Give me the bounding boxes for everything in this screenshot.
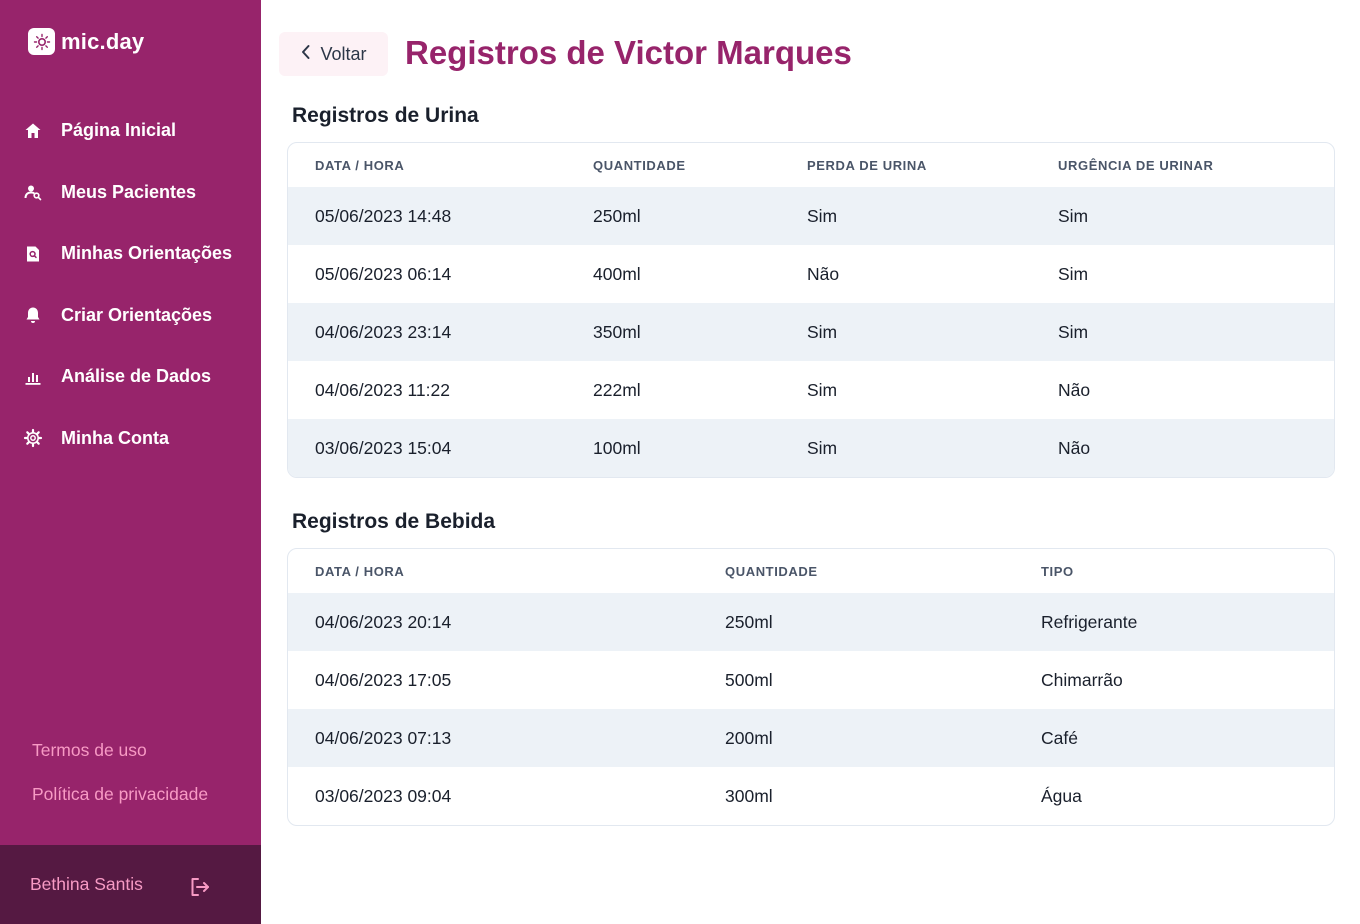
cell-urgency: Não — [1058, 379, 1091, 400]
cell-datetime: 04/06/2023 20:14 — [315, 611, 452, 632]
sidebar-item-data-analysis[interactable]: Análise de Dados — [0, 346, 261, 408]
column-header-type: TIPO — [1041, 563, 1074, 579]
cell-urine-loss: Sim — [807, 379, 838, 400]
table-row: 05/06/2023 06:14 400ml Não Sim — [288, 245, 1334, 303]
bell-icon — [23, 305, 43, 325]
table-row: 03/06/2023 09:04 300ml Água — [288, 767, 1334, 825]
cell-quantity: 222ml — [593, 379, 641, 400]
user-name: Bethina Santis — [30, 874, 143, 894]
cell-urine-loss: Sim — [807, 437, 838, 458]
document-search-icon — [23, 244, 43, 264]
cell-datetime: 03/06/2023 15:04 — [315, 437, 452, 458]
user-bar: Bethina Santis — [0, 845, 261, 924]
sidebar: mic.day Página Inicial Meus Pacientes Mi… — [0, 0, 261, 924]
column-header-urgency: URGÊNCIA DE URINAR — [1058, 157, 1214, 173]
sidebar-item-label: Minhas Orientações — [61, 243, 233, 264]
cell-quantity: 250ml — [593, 205, 641, 226]
cell-datetime: 05/06/2023 06:14 — [315, 263, 452, 284]
table-header-row: DATA / HORA QUANTIDADE PERDA DE URINA UR… — [288, 143, 1334, 187]
sidebar-item-create-guidelines[interactable]: Criar Orientações — [0, 285, 261, 347]
cell-type: Água — [1041, 785, 1082, 806]
cell-quantity: 200ml — [725, 727, 773, 748]
cell-datetime: 04/06/2023 17:05 — [315, 669, 452, 690]
table-row: 04/06/2023 23:14 350ml Sim Sim — [288, 303, 1334, 361]
terms-link[interactable]: Termos de uso — [32, 740, 208, 761]
cell-datetime: 04/06/2023 23:14 — [315, 321, 452, 342]
cell-type: Café — [1041, 727, 1078, 748]
cell-quantity: 100ml — [593, 437, 641, 458]
cell-quantity: 250ml — [725, 611, 773, 632]
cell-urgency: Não — [1058, 437, 1091, 458]
cell-urine-loss: Não — [807, 263, 840, 284]
sidebar-item-account[interactable]: Minha Conta — [0, 408, 261, 470]
column-header-datetime: DATA / HORA — [315, 563, 405, 579]
cell-quantity: 400ml — [593, 263, 641, 284]
sidebar-item-home[interactable]: Página Inicial — [0, 100, 261, 162]
cell-datetime: 03/06/2023 09:04 — [315, 785, 452, 806]
sidebar-item-label: Criar Orientações — [61, 304, 213, 325]
user-search-icon — [23, 182, 43, 202]
cell-quantity: 300ml — [725, 785, 773, 806]
cell-urgency: Sim — [1058, 263, 1089, 284]
bar-chart-icon — [23, 367, 43, 387]
sidebar-item-guidelines[interactable]: Minhas Orientações — [0, 223, 261, 285]
column-header-quantity: QUANTIDADE — [593, 157, 686, 173]
back-button-label: Voltar — [320, 43, 367, 64]
logout-icon[interactable] — [189, 876, 211, 898]
brand[interactable]: mic.day — [28, 28, 144, 55]
table-row: 04/06/2023 07:13 200ml Café — [288, 709, 1334, 767]
table-header-row: DATA / HORA QUANTIDADE TIPO — [288, 549, 1334, 593]
drink-table-card: DATA / HORA QUANTIDADE TIPO 04/06/2023 2… — [287, 548, 1335, 826]
sidebar-item-label: Análise de Dados — [61, 366, 212, 387]
drink-section-title: Registros de Bebida — [292, 510, 496, 533]
cell-urine-loss: Sim — [807, 321, 838, 342]
chevron-left-icon — [300, 44, 312, 65]
cell-datetime: 05/06/2023 14:48 — [315, 205, 452, 226]
sidebar-nav: Página Inicial Meus Pacientes Minhas Ori… — [0, 100, 261, 469]
table-row: 04/06/2023 17:05 500ml Chimarrão — [288, 651, 1334, 709]
sidebar-item-patients[interactable]: Meus Pacientes — [0, 162, 261, 224]
home-icon — [23, 121, 43, 141]
sidebar-item-label: Página Inicial — [61, 120, 177, 141]
urine-table: DATA / HORA QUANTIDADE PERDA DE URINA UR… — [288, 143, 1334, 477]
cell-urine-loss: Sim — [807, 205, 838, 226]
cell-datetime: 04/06/2023 07:13 — [315, 727, 452, 748]
back-button[interactable]: Voltar — [279, 32, 388, 76]
cell-type: Refrigerante — [1041, 611, 1138, 632]
table-row: 04/06/2023 11:22 222ml Sim Não — [288, 361, 1334, 419]
sidebar-item-label: Meus Pacientes — [61, 181, 197, 202]
footer-links: Termos de uso Política de privacidade — [32, 740, 208, 828]
table-row: 05/06/2023 14:48 250ml Sim Sim — [288, 187, 1334, 245]
column-header-quantity: QUANTIDADE — [725, 563, 818, 579]
sidebar-item-label: Minha Conta — [61, 427, 169, 448]
urine-table-card: DATA / HORA QUANTIDADE PERDA DE URINA UR… — [287, 142, 1335, 478]
cell-datetime: 04/06/2023 11:22 — [315, 379, 450, 400]
cell-quantity: 350ml — [593, 321, 641, 342]
cell-quantity: 500ml — [725, 669, 773, 690]
page-title: Registros de Victor Marques — [405, 34, 852, 71]
cell-urgency: Sim — [1058, 205, 1089, 226]
urine-section-title: Registros de Urina — [292, 104, 479, 127]
table-row: 03/06/2023 15:04 100ml Sim Não — [288, 419, 1334, 477]
drink-table: DATA / HORA QUANTIDADE TIPO 04/06/2023 2… — [288, 549, 1334, 825]
column-header-datetime: DATA / HORA — [315, 157, 405, 173]
table-row: 04/06/2023 20:14 250ml Refrigerante — [288, 593, 1334, 651]
cell-urgency: Sim — [1058, 321, 1089, 342]
column-header-urine-loss: PERDA DE URINA — [807, 157, 927, 173]
cell-type: Chimarrão — [1041, 669, 1123, 690]
brand-name: mic.day — [61, 28, 145, 54]
privacy-link[interactable]: Política de privacidade — [32, 784, 208, 805]
logo-icon — [28, 28, 55, 55]
gear-icon — [23, 428, 43, 448]
